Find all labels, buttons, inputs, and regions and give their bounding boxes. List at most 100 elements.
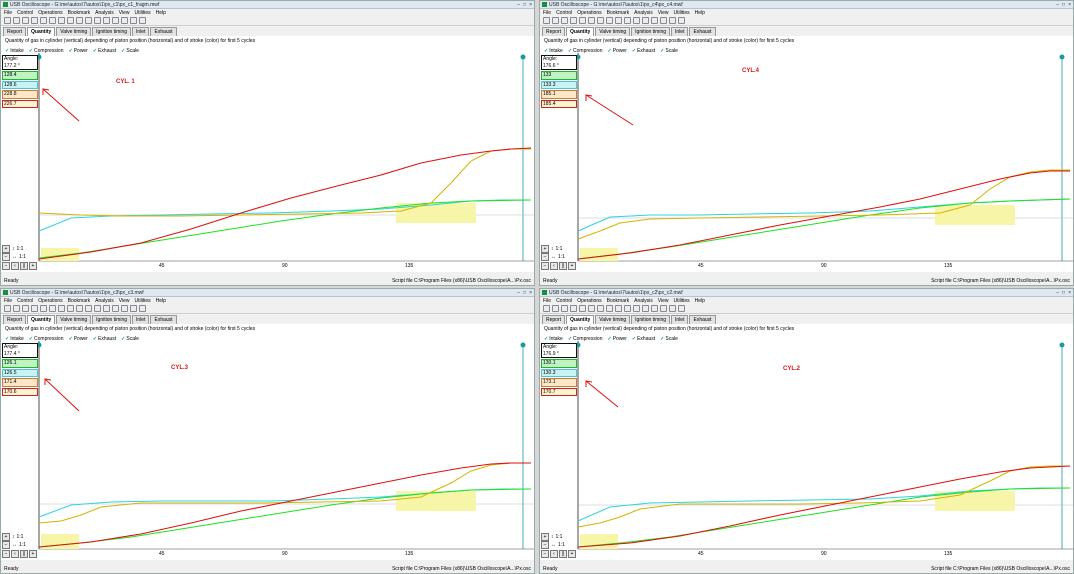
cursor-handle-right[interactable] (1059, 54, 1065, 60)
cursor-handle-right[interactable] (520, 54, 526, 60)
zoom-out-icon[interactable] (103, 305, 110, 312)
left-arrow-icon[interactable]: ‹ (11, 262, 19, 270)
copy-icon[interactable] (588, 305, 595, 312)
play-icon[interactable] (606, 17, 613, 24)
zoom-minus-button[interactable]: − (541, 541, 549, 549)
copy-icon[interactable] (49, 305, 56, 312)
tab-quantity[interactable]: Quantity (27, 315, 56, 324)
tab-report[interactable]: Report (3, 315, 27, 324)
quantity-plot[interactable] (540, 53, 1073, 272)
menu-file[interactable]: File (543, 298, 551, 304)
tab-inlet[interactable]: Inlet (132, 27, 150, 36)
pause-button[interactable]: ∥ (20, 550, 28, 558)
plot-area[interactable]: Angle: 176.9 ° 130.1 130.3 173.1 170.7 CY… (540, 341, 1073, 560)
cursor-icon[interactable] (678, 17, 685, 24)
copy-icon[interactable] (49, 17, 56, 24)
close-icon[interactable]: × (529, 2, 532, 8)
menu-view[interactable]: View (658, 298, 669, 304)
menu-utilities[interactable]: Utilities (674, 298, 690, 304)
tab-valve-timing[interactable]: Valve timing (56, 27, 92, 36)
paste-icon[interactable] (58, 305, 65, 312)
cursor-handle-right[interactable] (1059, 342, 1065, 348)
window-titlebar[interactable]: USB Oscilloscope - G:\me\autos\7\autos\1… (540, 1, 1073, 9)
zoom-out-button[interactable]: − (541, 550, 549, 558)
stop-icon[interactable] (624, 305, 631, 312)
tab-quantity[interactable]: Quantity (566, 315, 595, 324)
tab-exhaust[interactable]: Exhaust (150, 315, 177, 324)
menu-bookmark[interactable]: Bookmark (68, 298, 91, 304)
pause-button[interactable]: ∥ (559, 550, 567, 558)
grid-icon[interactable] (669, 17, 676, 24)
cursor-handle-right[interactable] (520, 342, 526, 348)
tab-ignition-timing[interactable]: Ignition timing (92, 315, 132, 324)
quantity-plot[interactable] (1, 53, 534, 272)
grid-icon[interactable] (130, 17, 137, 24)
print-icon[interactable] (31, 17, 38, 24)
menu-analysis[interactable]: Analysis (634, 298, 653, 304)
menu-file[interactable]: File (4, 10, 12, 16)
zoom-in-button[interactable]: + (568, 550, 576, 558)
menu-help[interactable]: Help (156, 10, 166, 16)
left-arrow-icon[interactable]: ‹ (11, 550, 19, 558)
save-icon[interactable] (561, 305, 568, 312)
pause-button[interactable]: ∥ (559, 262, 567, 270)
paste-icon[interactable] (58, 17, 65, 24)
plot-area[interactable]: Angle: 177.4 ° 126.1 126.5 171.4 170.6 CY… (1, 341, 534, 560)
checkmark-icon[interactable] (651, 17, 658, 24)
tab-exhaust[interactable]: Exhaust (150, 27, 177, 36)
menu-control[interactable]: Control (17, 298, 33, 304)
menu-operations[interactable]: Operations (577, 10, 601, 16)
menu-operations[interactable]: Operations (577, 298, 601, 304)
zoom-in-button[interactable]: + (568, 262, 576, 270)
menu-bookmark[interactable]: Bookmark (68, 10, 91, 16)
open-icon[interactable] (552, 305, 559, 312)
zoom-in-icon[interactable] (633, 305, 640, 312)
cut-icon[interactable] (579, 305, 586, 312)
settings-icon[interactable] (121, 305, 128, 312)
checkmark-icon[interactable] (112, 305, 119, 312)
pause-icon[interactable] (76, 305, 83, 312)
menu-file[interactable]: File (543, 10, 551, 16)
menu-control[interactable]: Control (556, 298, 572, 304)
tab-report[interactable]: Report (542, 27, 566, 36)
cursor-icon[interactable] (678, 305, 685, 312)
quantity-plot[interactable] (1, 341, 534, 560)
tab-ignition-timing[interactable]: Ignition timing (92, 27, 132, 36)
maximize-icon[interactable]: □ (523, 2, 526, 8)
save-icon[interactable] (22, 305, 29, 312)
tab-ignition-timing[interactable]: Ignition timing (631, 315, 671, 324)
menu-file[interactable]: File (4, 298, 12, 304)
menu-operations[interactable]: Operations (38, 10, 62, 16)
menu-bookmark[interactable]: Bookmark (607, 10, 630, 16)
play-icon[interactable] (606, 305, 613, 312)
zoom-in-button[interactable]: + (29, 550, 37, 558)
zoom-out-icon[interactable] (642, 17, 649, 24)
close-icon[interactable]: × (1068, 290, 1071, 296)
tab-report[interactable]: Report (3, 27, 27, 36)
tab-valve-timing[interactable]: Valve timing (595, 27, 631, 36)
menu-bookmark[interactable]: Bookmark (607, 298, 630, 304)
window-titlebar[interactable]: USB Oscilloscope - G:\me\autos\7\autos\1… (1, 1, 534, 9)
menu-utilities[interactable]: Utilities (674, 10, 690, 16)
zoom-minus-button[interactable]: − (2, 541, 10, 549)
tab-ignition-timing[interactable]: Ignition timing (631, 27, 671, 36)
open-icon[interactable] (13, 17, 20, 24)
pause-button[interactable]: ∥ (20, 262, 28, 270)
print-icon[interactable] (31, 305, 38, 312)
menu-control[interactable]: Control (17, 10, 33, 16)
settings-icon[interactable] (121, 17, 128, 24)
menu-utilities[interactable]: Utilities (135, 298, 151, 304)
zoom-minus-button[interactable]: − (2, 253, 10, 261)
menu-help[interactable]: Help (695, 10, 705, 16)
tab-exhaust[interactable]: Exhaust (689, 27, 716, 36)
menu-view[interactable]: View (119, 298, 130, 304)
left-arrow-icon[interactable]: ‹ (550, 550, 558, 558)
pause-icon[interactable] (76, 17, 83, 24)
zoom-out-icon[interactable] (642, 305, 649, 312)
checkmark-icon[interactable] (112, 17, 119, 24)
menu-analysis[interactable]: Analysis (634, 10, 653, 16)
cut-icon[interactable] (40, 17, 47, 24)
menu-help[interactable]: Help (695, 298, 705, 304)
tab-quantity[interactable]: Quantity (27, 27, 56, 36)
zoom-out-button[interactable]: − (541, 262, 549, 270)
